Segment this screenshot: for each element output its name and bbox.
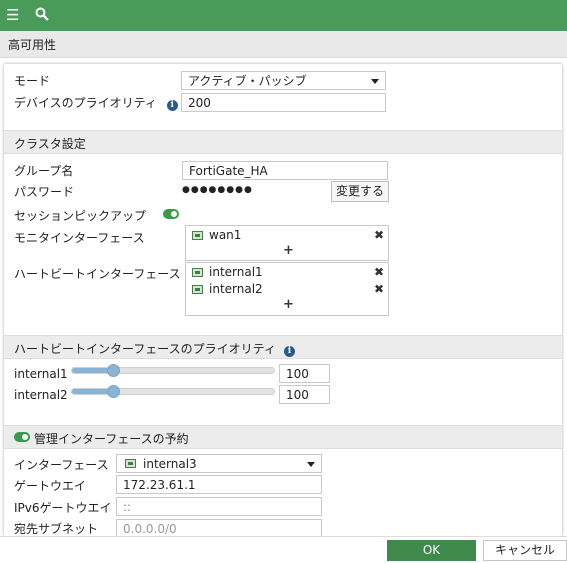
interface-select[interactable]: internal3 [116,454,322,473]
list-item: internal1 [192,265,382,281]
hamburger-icon[interactable]: ☰ [6,7,19,23]
cluster-settings-title: クラスタ設定 [14,137,86,151]
mode-select[interactable]: アクティブ・パッシブ [181,71,386,90]
ok-button[interactable]: OK [387,540,476,561]
info-icon[interactable]: i [166,100,178,111]
password-value: ●●●●●●●● [182,185,253,195]
slider-fill [72,368,112,373]
priority-slider[interactable] [71,385,275,398]
group-name-input[interactable]: FortiGate_HA [182,161,388,180]
heartbeat-interface-label: ハートビートインターフェース [14,267,181,281]
heartbeat-priority-title: ハートビートインターフェースのプライオリティ i [14,340,295,357]
heartbeat-priority-header: ハートビートインターフェースのプライオリティ i [4,335,562,359]
priority-slider[interactable] [71,364,275,377]
remove-icon[interactable]: ✖ [374,228,384,242]
ipv6-gateway-label: IPv6ゲートウエイ [14,501,112,515]
cluster-settings-header: クラスタ設定 [4,130,562,154]
gateway-input[interactable]: 172.23.61.1 [116,475,322,494]
password-label: パスワード [14,185,75,199]
list-item: internal2 [192,282,382,298]
interface-label: インターフェース [14,458,109,472]
session-pickup-toggle[interactable] [163,209,179,219]
page-title: 高可用性 [8,38,57,52]
mgmt-reservation-header: 管理インターフェースの予約 [4,425,562,449]
slider-fill [72,389,112,394]
ha-settings-panel: モード アクティブ・パッシブ デバイスのプライオリティ i 200 クラスタ設定… [4,64,562,536]
top-bar: ☰ [0,0,567,31]
remove-icon[interactable]: ✖ [374,265,384,279]
chevron-down-icon [307,462,315,467]
heartbeat-interface-list: internal1 ✖ internal2 ✖ + [185,262,389,316]
priority-input[interactable]: 100 [279,364,330,383]
network-port-icon [192,268,203,277]
mgmt-reservation-toggle[interactable] [14,432,30,442]
gateway-label: ゲートウエイ [14,479,87,493]
list-item: wan1 [192,228,382,244]
cancel-button[interactable]: キャンセル [483,540,567,561]
dialog-footer: OK キャンセル [0,536,567,563]
heartbeat-item-label: internal1 [209,265,263,279]
network-port-icon [192,231,203,240]
network-port-icon [192,285,203,294]
mgmt-reservation-title: 管理インターフェースの予約 [34,432,189,446]
session-pickup-label: セッションピックアップ [14,209,147,223]
mode-label: モード [14,74,51,88]
monitor-interface-list: wan1 ✖ + [185,225,389,261]
mode-select-value: アクティブ・パッシブ [188,74,307,88]
interface-select-value: internal3 [143,457,197,471]
slider-handle[interactable] [107,364,120,377]
heartbeat-priority-text: ハートビートインターフェースのプライオリティ [14,342,276,356]
dest-subnet-input[interactable]: 0.0.0.0/0 [116,519,322,536]
ipv6-gateway-input[interactable]: :: [116,497,322,516]
change-password-button[interactable]: 変更する [331,181,389,202]
add-icon[interactable]: + [283,243,294,258]
device-priority-label: デバイスのプライオリティ i [14,94,178,111]
hb-priority-row-label: internal1 [14,367,68,381]
hb-priority-row-label: internal2 [14,388,68,402]
device-priority-text: デバイスのプライオリティ [14,96,157,110]
add-icon[interactable]: + [283,297,294,312]
monitor-interface-label: モニタインターフェース [14,231,145,245]
device-priority-input[interactable]: 200 [181,93,386,112]
info-icon[interactable]: i [283,346,295,357]
search-icon[interactable] [35,7,49,24]
dest-subnet-label: 宛先サブネット [14,522,99,536]
remove-icon[interactable]: ✖ [374,282,384,296]
heartbeat-item-label: internal2 [209,282,263,296]
group-name-label: グループ名 [14,164,74,178]
network-port-icon [125,459,136,468]
slider-handle[interactable] [107,385,120,398]
chevron-down-icon [371,79,379,84]
priority-input[interactable]: 100 [279,385,330,404]
monitor-item-label: wan1 [209,228,242,242]
page-header: 高可用性 [0,31,567,58]
